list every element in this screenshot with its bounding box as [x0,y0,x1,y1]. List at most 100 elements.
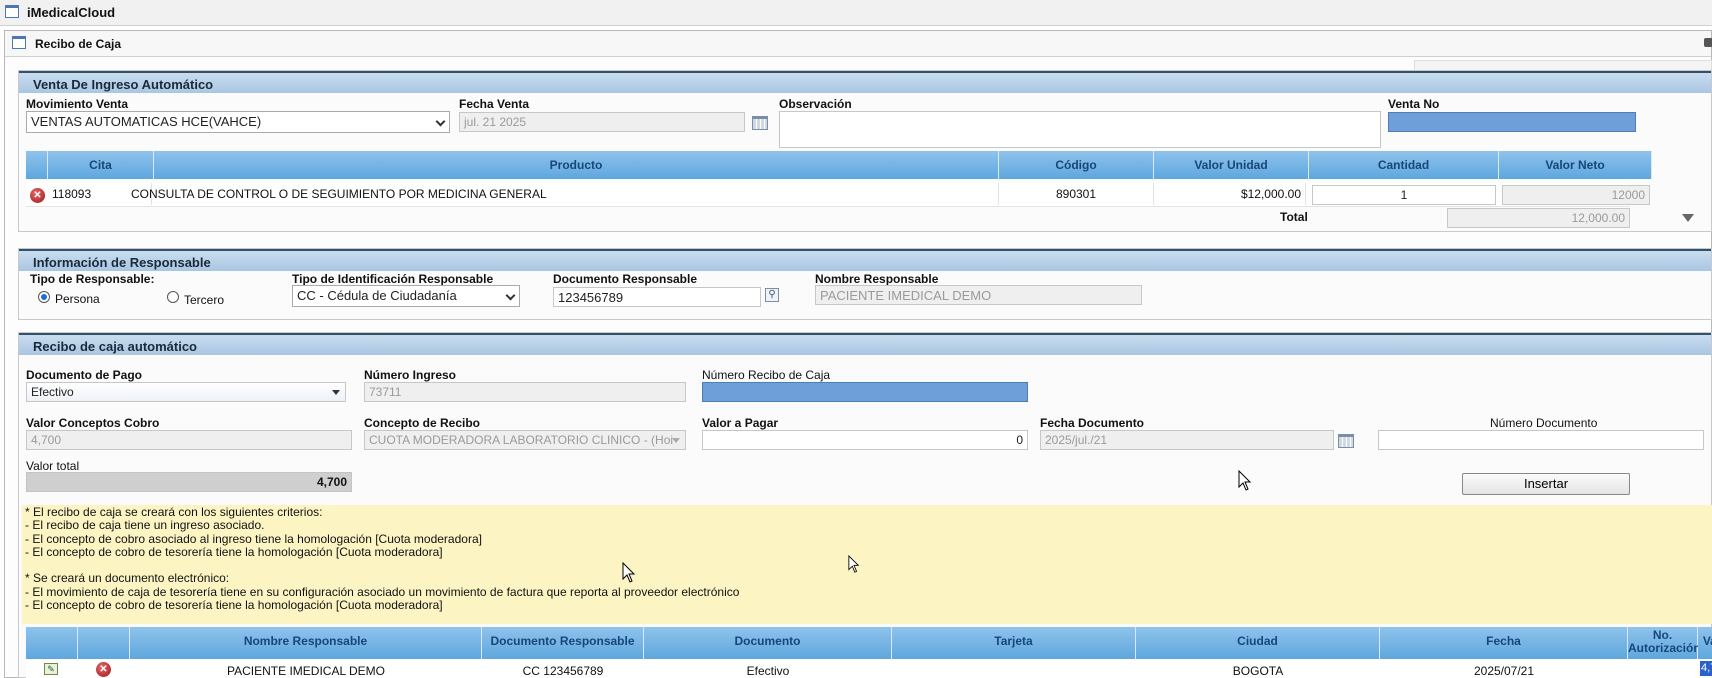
grid-col-cantidad: Cantidad [1309,151,1499,179]
calendar-icon[interactable] [1338,434,1354,448]
grid-col-cita: Cita [48,151,154,179]
valor-total-input: 4,700 [26,472,352,492]
grid-col-valor-unidad: Valor Unidad [1154,151,1309,179]
doc-pago-select[interactable]: Efectivo [26,382,346,402]
search-icon[interactable]: ⚲ [765,288,779,302]
venta-grid-header: Cita Producto Código Valor Unidad Cantid… [26,151,1652,181]
doc-pago-value: Efectivo [31,385,74,399]
concepto-recibo-select[interactable]: CUOTA MODERADORA LABORATORIO CLINICO - (… [364,430,686,450]
grid-col-tarjeta: Tarjeta [892,627,1136,659]
radio-persona[interactable] [38,291,50,303]
doc-pago-label: Documento de Pago [26,368,143,382]
grid-col-documento: Documento [644,627,892,659]
delete-icon[interactable]: ✕ [30,188,45,203]
venta-no-label: Venta No [1388,97,1440,111]
num-recibo-input [702,382,1028,402]
note-line: * Se creará un documento electrónico: [25,571,230,586]
dialog-title: Recibo de Caja [35,37,122,51]
num-recibo-label: Número Recibo de Caja [702,368,831,382]
cell-autorizacion [1628,659,1698,678]
valor-pagar-input[interactable]: 0 [702,430,1028,450]
note-line: - El concepto de cobro de tesorería tien… [25,598,443,613]
calendar-icon[interactable] [752,116,768,130]
cell-nombre: PACIENTE IMEDICAL DEMO [226,664,386,678]
cell-fecha: 2025/07/21 [1473,664,1535,678]
cell-codigo: 890301 [999,183,1154,205]
app-title-bar: iMedicalCloud [0,0,1712,26]
criterios-note: * El recibo de caja se creará con los si… [22,505,1712,624]
delete-icon[interactable]: ✕ [96,662,111,677]
window-icon [12,36,26,49]
venta-section-title: Venta De Ingreso Automático [19,71,1711,93]
tipo-id-label: Tipo de Identificación Responsable [292,272,494,286]
grid-col-valor: Valor [1698,627,1712,659]
edit-icon[interactable]: ✎ [44,663,58,675]
radio-persona-label: Persona [55,292,100,306]
valor-total-label: Valor total [26,459,80,473]
movimiento-select[interactable]: VENTAS AUTOMATICAS HCE(VAHCE) [26,111,450,133]
fecha-venta-input[interactable]: jul. 21 2025 [459,112,745,132]
fecha-venta-label: Fecha Venta [459,97,530,111]
venta-no-input [1388,112,1636,132]
window-icon [5,5,19,18]
cell-documento-resp: CC 123456789 [522,664,604,678]
observacion-label: Observación [779,97,852,111]
num-ingreso-label: Número Ingreso [364,368,457,382]
tipo-id-select[interactable]: CC - Cédula de Ciudadanía [292,285,520,307]
tipo-id-value: CC - Cédula de Ciudadanía [297,288,457,303]
mouse-cursor-icon [848,554,860,573]
dialog-header: Recibo de Caja [5,31,1712,57]
documento-responsable-input[interactable]: 123456789 [553,287,761,307]
valor-conceptos-label: Valor Conceptos Cobro [26,416,160,430]
recibos-grid-header: Nombre Responsable Documento Responsable… [26,627,1712,659]
table-row: ✕ 118093 CONSULTA DE CONTROL O DE SEGUIM… [26,183,1650,207]
nombre-responsable-input: PACIENTE IMEDICAL DEMO [815,285,1142,305]
movimiento-value: VENTAS AUTOMATICAS HCE(VAHCE) [31,114,262,129]
scroll-down-icon[interactable] [1682,214,1694,222]
cell-valor: 4,700 [1700,661,1712,676]
radio-tercero-label: Tercero [184,293,225,307]
num-documento-input[interactable] [1378,430,1704,450]
total-input: 12,000.00 [1447,208,1630,228]
concepto-recibo-label: Concepto de Recibo [364,416,481,430]
fecha-doc-label: Fecha Documento [1040,416,1145,430]
recibo-section-title: Recibo de caja automático [19,333,1711,355]
grid-col-producto: Producto [154,151,999,179]
note-line: - El concepto de cobro de tesorería tien… [25,544,443,559]
grid-col-valor-neto: Valor Neto [1499,151,1652,179]
grid-col-blank [26,151,48,179]
cantidad-input[interactable]: 1 [1312,185,1496,205]
grid-col-fecha: Fecha [1380,627,1628,659]
mouse-cursor-icon [622,561,636,583]
app-title: iMedicalCloud [27,5,116,20]
fecha-doc-input[interactable]: 2025/jul./21 [1040,430,1334,450]
table-row: ✎ ✕ PACIENTE IMEDICAL DEMO CC 123456789 … [26,659,1712,678]
responsable-section-title: Información de Responsable [19,249,1711,271]
grid-col-documento-responsable: Documento Responsable [482,627,644,659]
valor-conceptos-input: 4,700 [26,430,352,450]
chevron-down-icon [435,116,446,127]
valor-pagar-label: Valor a Pagar [702,416,779,430]
insertar-button[interactable]: Insertar [1462,473,1630,495]
note-line: * El recibo de caja se creará con los si… [25,505,323,519]
cell-tarjeta [892,659,1136,678]
close-icon[interactable] [1704,38,1712,47]
observacion-textarea[interactable] [779,111,1381,148]
grid-col-autorizacion: No. Autorización [1628,627,1701,659]
note-line: - El concepto de cobro asociado al ingre… [25,531,482,546]
grid-col-codigo: Código [999,151,1154,179]
cell-documento: Efectivo [746,664,790,678]
concepto-recibo-value: CUOTA MODERADORA LABORATORIO CLINICO - (… [369,433,674,447]
note-line: - El movimiento de caja de tesorería tie… [25,584,740,599]
mouse-cursor-icon [1238,469,1252,491]
movimiento-label: Movimiento Venta [26,97,129,111]
grid-col-edit [26,627,78,659]
total-label: Total [1280,210,1308,224]
radio-tercero[interactable] [167,291,179,303]
cell-ciudad: BOGOTA [1232,664,1284,678]
cell-producto: CONSULTA DE CONTROL O DE SEGUIMIENTO POR… [131,183,999,205]
nombre-responsable-label: Nombre Responsable [815,272,939,286]
num-ingreso-input: 73711 [364,382,686,402]
chevron-down-icon [505,290,516,301]
grid-col-nombre-responsable: Nombre Responsable [130,627,482,659]
